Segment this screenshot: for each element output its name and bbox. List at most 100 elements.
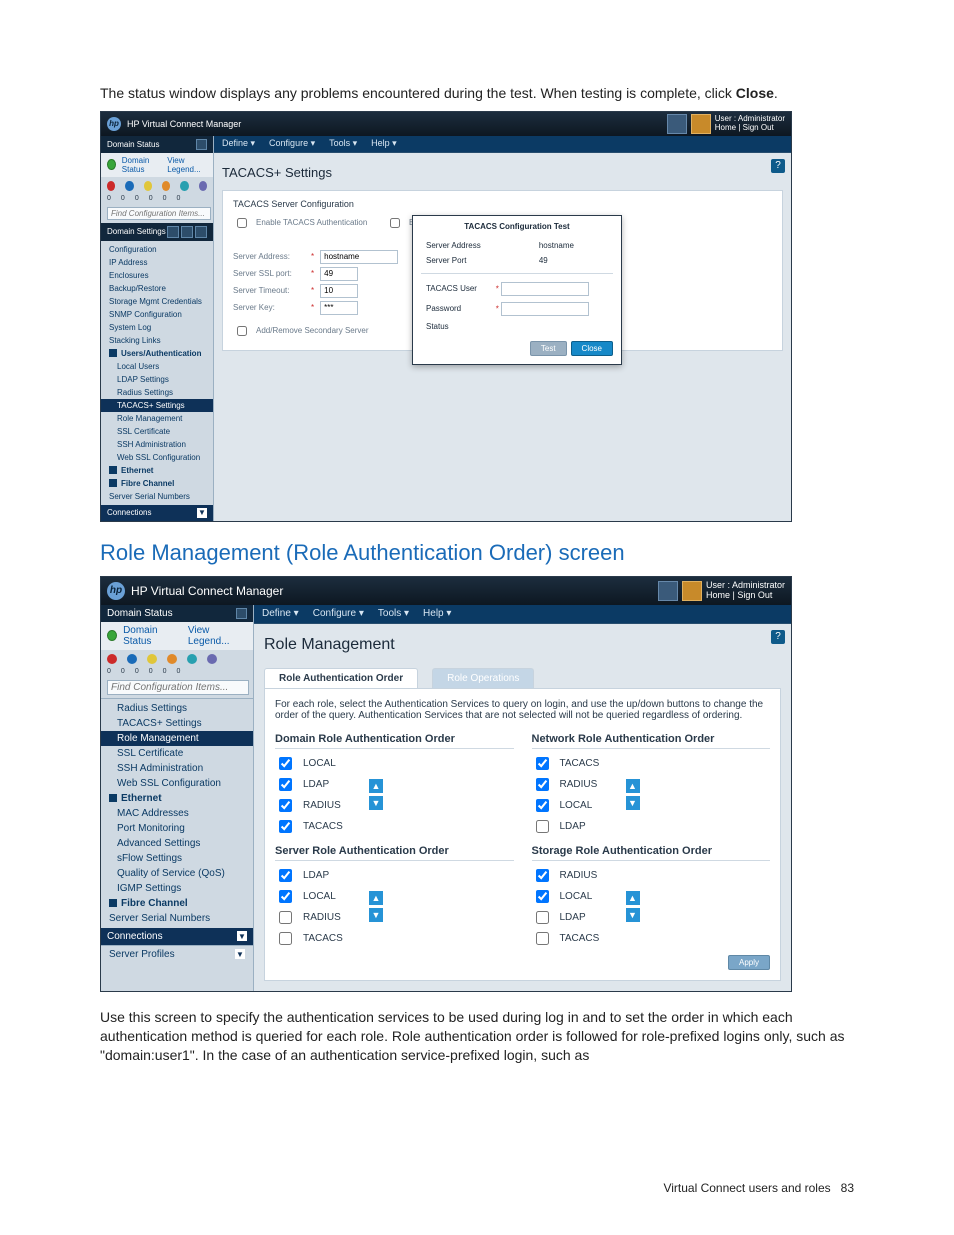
menu-configure[interactable]: Configure ▾ <box>269 138 315 149</box>
auth-service-checkbox[interactable] <box>536 911 549 924</box>
sidebar-item[interactable]: SSH Administration <box>101 438 213 451</box>
sidebar-item[interactable]: MAC Addresses <box>101 806 253 821</box>
menu-define[interactable]: Define ▾ <box>262 608 299 619</box>
collapse-icon[interactable] <box>236 608 247 619</box>
move-up-button[interactable]: ▲ <box>626 891 640 905</box>
menu-help[interactable]: Help ▾ <box>371 138 397 149</box>
menu-tools[interactable]: Tools ▾ <box>378 608 409 619</box>
sidebar-item[interactable]: Backup/Restore <box>101 282 213 295</box>
sidebar-item[interactable]: Configuration <box>101 243 213 256</box>
menu-configure[interactable]: Configure ▾ <box>313 608 364 619</box>
sidebar-item[interactable]: Stacking Links <box>101 334 213 347</box>
find-input[interactable] <box>107 207 211 220</box>
connections-header[interactable]: Connections ▼ <box>101 505 213 521</box>
sidebar-item[interactable]: SSL Certificate <box>101 746 253 761</box>
menu-tools[interactable]: Tools ▾ <box>329 138 357 149</box>
move-up-button[interactable]: ▲ <box>369 891 383 905</box>
auth-service-checkbox[interactable] <box>279 820 292 833</box>
sidebar-item[interactable]: SSL Certificate <box>101 425 213 438</box>
move-down-button[interactable]: ▼ <box>369 796 383 810</box>
sidebar-item[interactable]: Role Management <box>101 412 213 425</box>
domain-status-link[interactable]: Domain Status <box>122 156 162 174</box>
domain-settings-header[interactable]: Domain Settings <box>101 223 213 241</box>
auth-service-checkbox[interactable] <box>536 890 549 903</box>
sidebar-item[interactable]: Port Monitoring <box>101 821 253 836</box>
move-down-button[interactable]: ▼ <box>626 908 640 922</box>
sidebar-item[interactable]: Storage Mgmt Credentials <box>101 295 213 308</box>
help-icon[interactable]: ? <box>771 159 785 173</box>
enable-auth-checkbox[interactable] <box>237 218 247 228</box>
move-up-button[interactable]: ▲ <box>626 779 640 793</box>
auth-service-checkbox[interactable] <box>279 869 292 882</box>
auth-service-checkbox[interactable] <box>536 757 549 770</box>
sidebar-item[interactable]: Role Management <box>101 731 253 746</box>
help-icon[interactable]: ? <box>771 630 785 644</box>
auth-service-checkbox[interactable] <box>536 869 549 882</box>
user-links[interactable]: Home | Sign Out <box>715 124 785 133</box>
sidebar-item[interactable]: System Log <box>101 321 213 334</box>
view-legend-link[interactable]: View Legend... <box>167 156 207 174</box>
sidebar-item[interactable]: Enclosures <box>101 269 213 282</box>
apply-button[interactable]: Apply <box>728 955 770 970</box>
key-input[interactable] <box>320 301 358 315</box>
domain-status-header-2[interactable]: Domain Status <box>101 605 253 622</box>
sidebar-item[interactable]: Quality of Service (QoS) <box>101 866 253 881</box>
sidebar-item[interactable]: Advanced Settings <box>101 836 253 851</box>
sidebar-item[interactable]: Fibre Channel <box>101 477 213 490</box>
tab-role-operations[interactable]: Role Operations <box>432 668 534 688</box>
menu-define[interactable]: Define ▾ <box>222 138 255 149</box>
sidebar-item[interactable]: Radius Settings <box>101 386 213 399</box>
auth-service-checkbox[interactable] <box>279 911 292 924</box>
enable-log-checkbox[interactable] <box>390 218 400 228</box>
sidebar-item[interactable]: sFlow Settings <box>101 851 253 866</box>
find-input-2[interactable] <box>107 680 249 695</box>
sidebar-item[interactable]: TACACS+ Settings <box>101 399 213 412</box>
chevron-down-icon[interactable]: ▼ <box>237 931 247 941</box>
auth-service-checkbox[interactable] <box>279 778 292 791</box>
chevron-down-icon[interactable]: ▼ <box>235 949 245 959</box>
tab-role-auth-order[interactable]: Role Authentication Order <box>264 668 418 688</box>
domain-status-header[interactable]: Domain Status <box>101 136 213 153</box>
auth-service-checkbox[interactable] <box>279 757 292 770</box>
tacacs-password-input[interactable] <box>501 302 589 316</box>
auth-service-checkbox[interactable] <box>536 799 549 812</box>
sidebar-item[interactable]: Web SSL Configuration <box>101 451 213 464</box>
auth-service-checkbox[interactable] <box>279 890 292 903</box>
ssl-port-input[interactable] <box>320 267 358 281</box>
sidebar-item[interactable]: Ethernet <box>101 791 253 806</box>
sidebar-item[interactable]: TACACS+ Settings <box>101 716 253 731</box>
sidebar-item-server-profiles[interactable]: Server Profiles <box>109 949 175 960</box>
sidebar-item[interactable]: Web SSL Configuration <box>101 776 253 791</box>
auth-service-checkbox[interactable] <box>536 932 549 945</box>
secondary-server-checkbox[interactable] <box>237 326 247 336</box>
domain-status-link[interactable]: Domain Status <box>123 625 182 647</box>
sidebar-item[interactable]: LDAP Settings <box>101 373 213 386</box>
close-button[interactable]: Close <box>571 341 613 356</box>
timeout-input[interactable] <box>320 284 358 298</box>
sidebar-item[interactable]: IP Address <box>101 256 213 269</box>
auth-service-checkbox[interactable] <box>536 778 549 791</box>
user-links[interactable]: Home | Sign Out <box>706 591 785 601</box>
move-up-button[interactable]: ▲ <box>369 779 383 793</box>
server-address-input[interactable] <box>320 250 398 264</box>
view-legend-link[interactable]: View Legend... <box>188 625 247 647</box>
sidebar-item[interactable]: Local Users <box>101 360 213 373</box>
sidebar-item[interactable]: Fibre Channel <box>101 896 253 911</box>
test-button[interactable]: Test <box>530 341 567 356</box>
tacacs-user-input[interactable] <box>501 282 589 296</box>
sidebar-item[interactable]: IGMP Settings <box>101 881 253 896</box>
sidebar-item[interactable]: SNMP Configuration <box>101 308 213 321</box>
move-down-button[interactable]: ▼ <box>369 908 383 922</box>
connections-header-2[interactable]: Connections ▼ <box>101 928 253 945</box>
sidebar-item[interactable]: SSH Administration <box>101 761 253 776</box>
move-down-button[interactable]: ▼ <box>626 796 640 810</box>
collapse-icon[interactable] <box>196 139 207 150</box>
sidebar-item[interactable]: Server Serial Numbers <box>101 911 253 926</box>
sidebar-item[interactable]: Radius Settings <box>101 701 253 716</box>
sidebar-item[interactable]: Server Serial Numbers <box>101 490 213 503</box>
sidebar-item[interactable]: Users/Authentication <box>101 347 213 360</box>
auth-service-checkbox[interactable] <box>536 820 549 833</box>
auth-service-checkbox[interactable] <box>279 932 292 945</box>
menu-help[interactable]: Help ▾ <box>423 608 451 619</box>
sidebar-item[interactable]: Ethernet <box>101 464 213 477</box>
